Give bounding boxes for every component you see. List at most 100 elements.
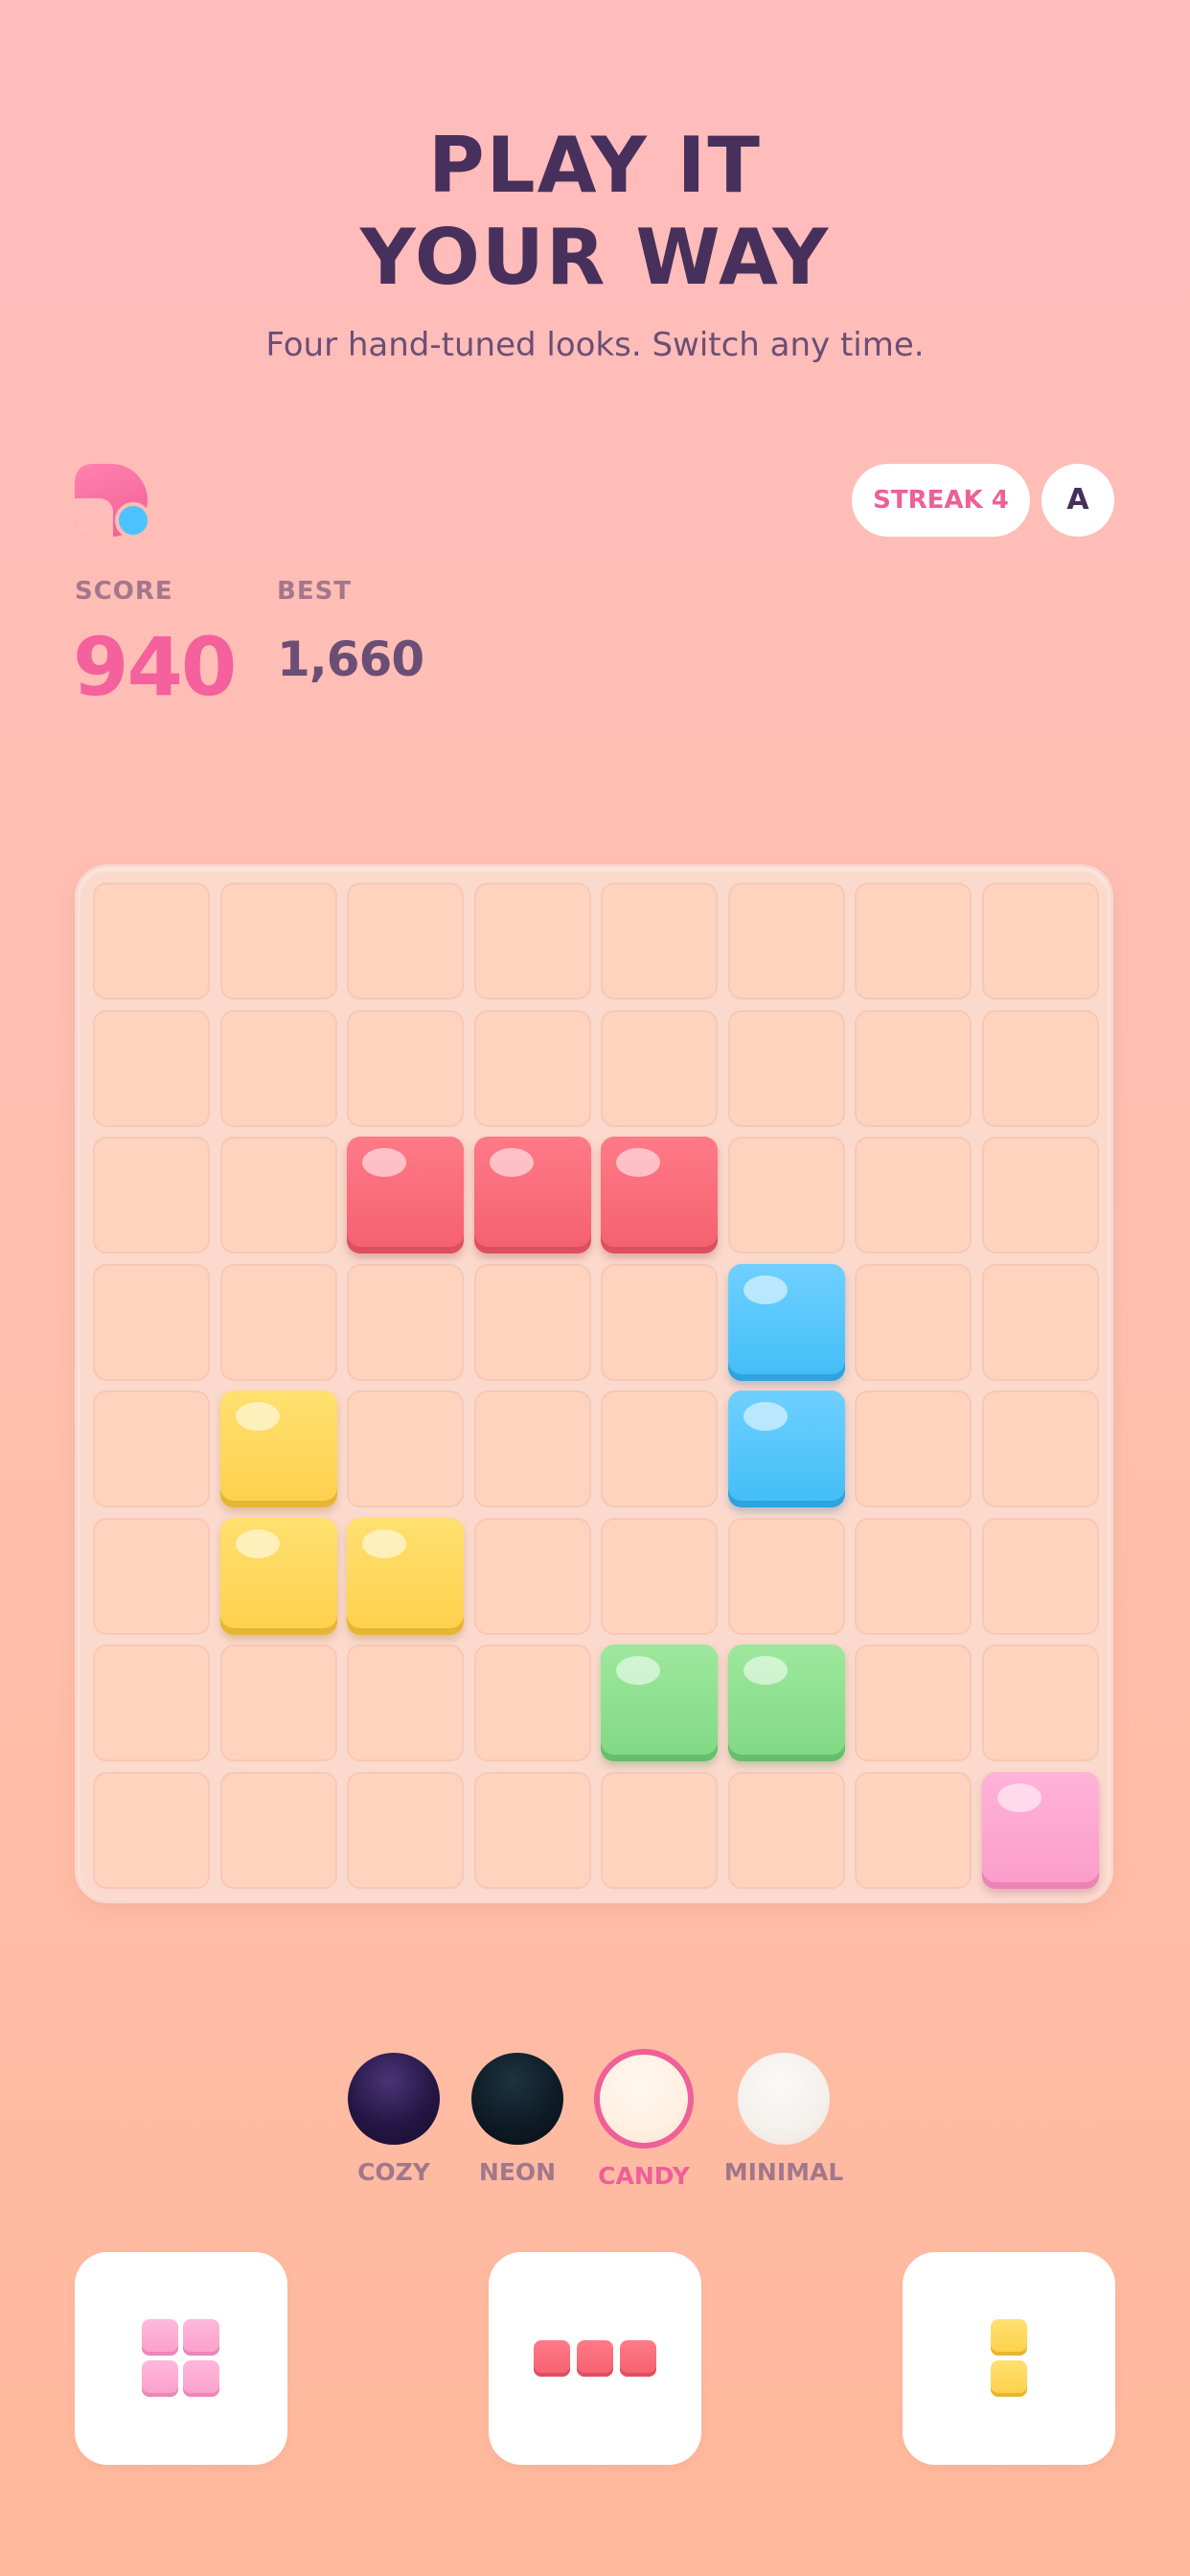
board-cell[interactable] <box>601 1391 718 1507</box>
board-cell[interactable] <box>855 1771 972 1889</box>
board-cell[interactable] <box>601 1517 718 1635</box>
tile-green <box>601 1644 718 1761</box>
board-cell[interactable] <box>93 1644 210 1761</box>
board-cell[interactable] <box>855 883 972 1000</box>
board-cell[interactable] <box>981 1391 1099 1507</box>
board-cell[interactable] <box>219 1009 337 1127</box>
board-cell[interactable] <box>855 1263 972 1381</box>
tile-yellow <box>219 1517 337 1635</box>
hero-title: PLAY IT YOUR WAY <box>0 120 1190 304</box>
board-cell[interactable] <box>855 1391 972 1507</box>
piece-block <box>183 2319 219 2356</box>
board-cell[interactable] <box>473 1517 591 1635</box>
piece-block <box>577 2340 613 2377</box>
theme-swatch <box>594 2049 694 2149</box>
board-cell[interactable] <box>601 1263 718 1381</box>
board-cell[interactable] <box>981 1644 1099 1761</box>
board-cell[interactable] <box>601 1009 718 1127</box>
board-cell[interactable] <box>981 883 1099 1000</box>
theme-label: CANDY <box>598 2162 690 2190</box>
board-cell[interactable] <box>601 883 718 1000</box>
board-cell[interactable] <box>219 1771 337 1889</box>
tile-red <box>473 1137 591 1254</box>
board-cell[interactable] <box>93 1263 210 1381</box>
tile-blue <box>727 1263 845 1381</box>
tile-yellow <box>347 1517 464 1635</box>
theme-label: NEON <box>478 2158 557 2186</box>
board-cell[interactable] <box>855 1644 972 1761</box>
tile-pink <box>981 1771 1099 1889</box>
board-cell[interactable] <box>473 1263 591 1381</box>
board-cell[interactable] <box>93 1771 210 1889</box>
board-cell[interactable] <box>473 883 591 1000</box>
board-cell[interactable] <box>981 1517 1099 1635</box>
theme-option-candy[interactable]: CANDY <box>577 2049 711 2190</box>
board-cell[interactable] <box>219 1644 337 1761</box>
board-cell[interactable] <box>93 1137 210 1254</box>
board-cell[interactable] <box>855 1009 972 1127</box>
board-cell[interactable] <box>219 1263 337 1381</box>
piece-block <box>991 2360 1027 2397</box>
board-cell[interactable] <box>473 1391 591 1507</box>
board-cell[interactable] <box>93 1517 210 1635</box>
piece-block <box>142 2360 178 2397</box>
theme-option-cozy[interactable]: COZY <box>327 2053 461 2186</box>
board-cell[interactable] <box>347 1009 464 1127</box>
tile-blue <box>727 1391 845 1507</box>
game-board[interactable] <box>75 864 1113 1903</box>
board-cell[interactable] <box>727 883 845 1000</box>
board-cell[interactable] <box>347 1771 464 1889</box>
board-cell[interactable] <box>727 1517 845 1635</box>
board-cell[interactable] <box>727 1137 845 1254</box>
board-cell[interactable] <box>347 1263 464 1381</box>
theme-swatch <box>348 2053 440 2145</box>
tile-red <box>601 1137 718 1254</box>
board-cell[interactable] <box>93 1391 210 1507</box>
board-cell[interactable] <box>855 1517 972 1635</box>
board-cell[interactable] <box>473 1009 591 1127</box>
theme-option-neon[interactable]: NEON <box>450 2053 584 2186</box>
board-cell[interactable] <box>219 883 337 1000</box>
board-cell[interactable] <box>93 1009 210 1127</box>
score-value: 940 <box>73 620 237 714</box>
theme-label: MINIMAL <box>723 2158 844 2186</box>
board-cell[interactable] <box>93 883 210 1000</box>
board-cell[interactable] <box>981 1009 1099 1127</box>
piece-slot-3[interactable] <box>903 2252 1115 2465</box>
board-cell[interactable] <box>727 1771 845 1889</box>
score-label: SCORE <box>75 577 173 606</box>
hero-title-line-1: PLAY IT <box>428 121 762 210</box>
tile-yellow <box>219 1391 337 1507</box>
board-cell[interactable] <box>727 1009 845 1127</box>
tile-red <box>347 1137 464 1254</box>
hero-title-line-2: YOUR WAY <box>359 213 831 302</box>
theme-swatch <box>471 2053 563 2145</box>
best-label: BEST <box>277 577 353 606</box>
board-cell[interactable] <box>981 1137 1099 1254</box>
piece-slot-2[interactable] <box>489 2252 701 2465</box>
board-cell[interactable] <box>347 1391 464 1507</box>
best-value: 1,660 <box>277 632 424 687</box>
theme-option-minimal[interactable]: MINIMAL <box>717 2053 851 2186</box>
piece-slot-1[interactable] <box>75 2252 287 2465</box>
board-cell[interactable] <box>473 1771 591 1889</box>
piece-block <box>991 2319 1027 2356</box>
board-cell[interactable] <box>219 1137 337 1254</box>
avatar[interactable]: A <box>1041 464 1114 537</box>
piece-block <box>142 2319 178 2356</box>
piece-block <box>183 2360 219 2397</box>
board-cell[interactable] <box>347 883 464 1000</box>
board-cell[interactable] <box>347 1644 464 1761</box>
streak-badge[interactable]: STREAK 4 <box>852 464 1030 537</box>
board-cell[interactable] <box>601 1771 718 1889</box>
tile-green <box>727 1644 845 1761</box>
board-cell[interactable] <box>981 1263 1099 1381</box>
piece-block <box>620 2340 656 2377</box>
logo-dot <box>115 502 151 539</box>
piece-block <box>534 2340 570 2377</box>
hero-subtitle: Four hand-tuned looks. Switch any time. <box>265 326 925 364</box>
board-cell[interactable] <box>473 1644 591 1761</box>
theme-swatch <box>738 2053 830 2145</box>
board-cell[interactable] <box>855 1137 972 1254</box>
theme-label: COZY <box>357 2158 430 2186</box>
